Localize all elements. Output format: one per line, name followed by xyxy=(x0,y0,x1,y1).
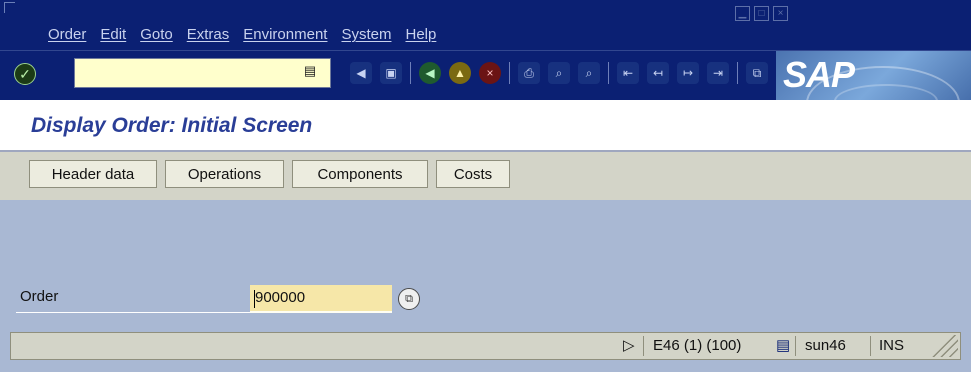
page-title: Display Order: Initial Screen xyxy=(31,114,313,137)
command-field[interactable] xyxy=(74,58,331,88)
insert-mode-status: INS xyxy=(879,337,905,354)
back-arrow-icon[interactable]: ◀ xyxy=(350,62,372,84)
sap-logo-text: SAP xyxy=(783,54,855,95)
create-session-icon[interactable]: ⧉ xyxy=(746,62,768,84)
status-divider xyxy=(643,336,644,356)
cancel-icon[interactable]: × xyxy=(479,62,501,84)
operations-button[interactable]: Operations xyxy=(165,160,284,188)
save-icon[interactable]: ▣ xyxy=(380,62,402,84)
system-status: E46 (1) (100) xyxy=(653,337,742,354)
status-divider xyxy=(870,336,871,356)
maximize-icon[interactable]: □ xyxy=(754,6,769,21)
toolbar-separator xyxy=(608,62,609,84)
toolbar-separator xyxy=(737,62,738,84)
toolbar-separator xyxy=(410,62,411,84)
menu-extras[interactable]: Extras xyxy=(187,26,230,43)
menu-edit[interactable]: Edit xyxy=(100,26,126,43)
toolbar-separator xyxy=(509,62,510,84)
sap-window: Order Edit Goto Extras Environment Syste… xyxy=(0,0,971,372)
order-label-underline xyxy=(16,312,252,313)
order-input[interactable]: 900000 xyxy=(250,285,392,313)
order-label: Order xyxy=(20,288,59,305)
menu-goto[interactable]: Goto xyxy=(140,26,173,43)
enter-icon[interactable]: ✓ xyxy=(14,63,36,85)
command-field-menu-icon[interactable]: ▤ xyxy=(302,63,318,79)
menu-order[interactable]: Order xyxy=(48,26,86,43)
toolbar-icons: ◀ ▣ ◀ ▲ × ⎙ ⌕ ⌕ ⇤ ↤ ↦ ⇥ ⧉ ⬒ ▥ xyxy=(350,62,828,84)
last-page-icon[interactable]: ⇥ xyxy=(707,62,729,84)
status-bar: ▷ E46 (1) (100) ▤ sun46 INS xyxy=(10,332,961,360)
system-icon[interactable] xyxy=(4,2,15,13)
close-icon[interactable]: × xyxy=(773,6,788,21)
standard-toolbar: ✓ ▤ ◀ ▣ ◀ ▲ × ⎙ ⌕ ⌕ ⇤ ↤ ↦ ⇥ ⧉ ⬒ ▥ SAP xyxy=(0,50,971,151)
menu-environment[interactable]: Environment xyxy=(243,26,327,43)
title-bar: Display Order: Initial Screen xyxy=(0,100,971,152)
window-controls: ▁ □ × xyxy=(735,6,788,21)
work-area: Order 900000 ⧉ ▷ E46 (1) (100) ▤ sun46 I… xyxy=(0,200,971,372)
costs-button[interactable]: Costs xyxy=(436,160,510,188)
status-divider xyxy=(795,336,796,356)
status-expand-icon[interactable]: ▷ xyxy=(623,336,637,356)
find-next-icon[interactable]: ⌕ xyxy=(578,62,600,84)
components-button[interactable]: Components xyxy=(292,160,428,188)
first-page-icon[interactable]: ⇤ xyxy=(617,62,639,84)
possible-entries-icon[interactable]: ⧉ xyxy=(398,288,420,310)
status-system-icon[interactable]: ▤ xyxy=(776,336,790,356)
exit-icon[interactable]: ▲ xyxy=(449,62,471,84)
menu-items: Order Edit Goto Extras Environment Syste… xyxy=(48,26,436,43)
menu-help[interactable]: Help xyxy=(405,26,436,43)
next-page-icon[interactable]: ↦ xyxy=(677,62,699,84)
print-icon[interactable]: ⎙ xyxy=(518,62,540,84)
previous-page-icon[interactable]: ↤ xyxy=(647,62,669,84)
resize-grip-icon[interactable] xyxy=(928,335,958,357)
find-icon[interactable]: ⌕ xyxy=(548,62,570,84)
back-icon[interactable]: ◀ xyxy=(419,62,441,84)
order-input-value: 900000 xyxy=(255,289,306,306)
header-data-button[interactable]: Header data xyxy=(29,160,157,188)
server-status: sun46 xyxy=(805,337,846,354)
minimize-icon[interactable]: ▁ xyxy=(735,6,750,21)
application-toolbar: Header data Operations Components Costs xyxy=(0,152,971,201)
menu-system[interactable]: System xyxy=(341,26,391,43)
menu-bar: Order Edit Goto Extras Environment Syste… xyxy=(0,0,971,50)
